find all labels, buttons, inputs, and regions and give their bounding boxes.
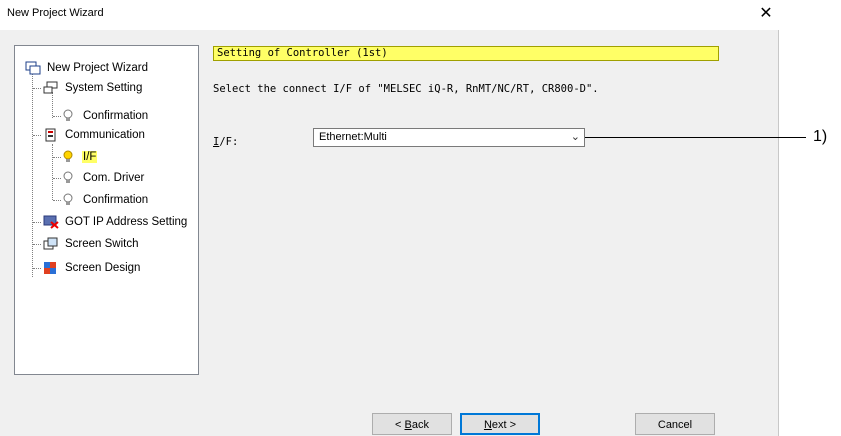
system-setting-icon <box>43 81 59 95</box>
tree-connector <box>33 88 41 89</box>
tree-item-label: System Setting <box>65 82 143 94</box>
tree-item-new-project-wizard[interactable]: New Project Wizard <box>25 60 149 76</box>
tree-item-com-driver[interactable]: Com. Driver <box>61 170 145 186</box>
tree-item-confirmation-2[interactable]: Confirmation <box>61 192 149 208</box>
screen-switch-icon <box>43 237 59 251</box>
bulb-icon <box>61 193 77 207</box>
tree-connector <box>33 135 41 136</box>
tree-item-got-ip-address-setting[interactable]: GOT IP Address Setting <box>43 214 188 230</box>
back-button[interactable]: < Back <box>372 413 452 435</box>
if-label: I/F: <box>213 136 239 148</box>
tree-item-screen-switch[interactable]: Screen Switch <box>43 236 140 252</box>
close-icon[interactable]: ✕ <box>756 4 776 24</box>
tree-connector <box>33 244 41 245</box>
tree-item-label: New Project Wizard <box>47 62 148 74</box>
tree-item-label: Screen Switch <box>65 238 139 250</box>
if-select-value: Ethernet:Multi <box>319 131 387 143</box>
wizard-tree: New Project Wizard System Setting Confir… <box>14 45 199 375</box>
ip-address-icon <box>43 215 59 229</box>
communication-icon <box>43 128 59 142</box>
bulb-icon <box>61 109 77 123</box>
next-button[interactable]: Next > <box>460 413 540 435</box>
tree-item-label: Screen Design <box>65 262 141 274</box>
tree-item-screen-design[interactable]: Screen Design <box>43 260 141 276</box>
bulb-active-icon <box>61 150 77 164</box>
callout-label: 1) <box>813 128 828 145</box>
tree-connector <box>33 222 41 223</box>
window-title: New Project Wizard <box>7 7 104 19</box>
wizard-icon <box>25 61 41 75</box>
tree-item-label: Confirmation <box>83 110 149 122</box>
callout-line <box>585 137 806 138</box>
section-title: Setting of Controller (1st) <box>213 46 719 61</box>
tree-item-label: GOT IP Address Setting <box>65 216 188 228</box>
tree-connector <box>33 268 41 269</box>
description-text: Select the connect I/F of "MELSEC iQ-R, … <box>213 83 599 95</box>
tree-item-confirmation[interactable]: Confirmation <box>61 108 149 124</box>
tree-connector <box>53 178 61 179</box>
screen-design-icon <box>43 261 59 275</box>
bulb-icon <box>61 171 77 185</box>
title-bar: New Project Wizard ✕ <box>0 0 779 30</box>
tree-connector <box>53 157 61 158</box>
tree-connector <box>53 200 61 201</box>
chevron-down-icon[interactable]: ⌄ <box>571 130 580 143</box>
tree-item-label: Com. Driver <box>83 172 145 184</box>
tree-item-communication[interactable]: Communication <box>43 127 146 143</box>
tree-item-label: Communication <box>65 129 145 141</box>
tree-item-if[interactable]: I/F <box>61 149 98 165</box>
tree-connector <box>32 71 33 277</box>
tree-item-label: I/F <box>82 151 98 163</box>
tree-connector <box>52 144 53 200</box>
tree-connector <box>53 116 61 117</box>
tree-item-system-setting[interactable]: System Setting <box>43 80 143 96</box>
wizard-window: New Project Wizard ✕ New Project Wizard … <box>0 0 779 436</box>
cancel-button[interactable]: Cancel <box>635 413 715 435</box>
if-select[interactable]: Ethernet:Multi ⌄ <box>313 128 585 147</box>
tree-item-label: Confirmation <box>83 194 149 206</box>
